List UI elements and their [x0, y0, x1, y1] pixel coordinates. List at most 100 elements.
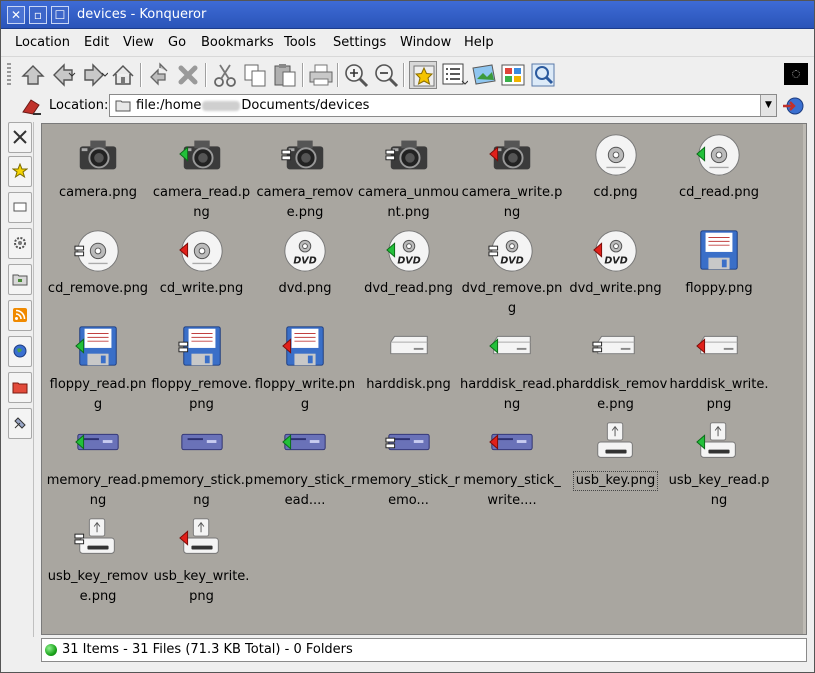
menu-view[interactable]: View — [123, 35, 154, 50]
file-item[interactable]: camera_unmount.png — [357, 130, 461, 223]
file-item[interactable]: harddisk_remove.png — [564, 322, 668, 415]
file-item[interactable]: usb_key_write.png — [150, 514, 254, 607]
sidebar-tab-home[interactable] — [8, 372, 32, 403]
sidebar-tab-folder[interactable] — [8, 264, 32, 295]
location-input[interactable]: file:/home Documents/devices ▼ — [109, 94, 777, 117]
file-item[interactable]: camera_read.png — [150, 130, 254, 223]
menu-bookmarks[interactable]: Bookmarks — [201, 35, 274, 50]
dvd-icon: DVD — [592, 230, 637, 272]
file-item[interactable]: cd_remove.png — [46, 226, 150, 299]
harddisk-icon — [696, 335, 738, 355]
list-view-icon[interactable] — [440, 61, 469, 89]
file-item[interactable]: cd_read.png — [667, 130, 771, 203]
location-dropdown-button[interactable]: ▼ — [760, 95, 776, 116]
file-item[interactable]: harddisk_write.png — [667, 322, 771, 415]
home-icon[interactable] — [109, 61, 137, 89]
image-view-icon[interactable] — [470, 61, 498, 89]
file-item[interactable]: camera_remove.png — [253, 130, 357, 223]
close-button[interactable]: ✕ — [7, 6, 25, 24]
file-item[interactable]: floppy_write.png — [253, 322, 357, 415]
bookmark-star-icon[interactable] — [409, 61, 437, 89]
memory-icon — [489, 433, 533, 451]
dvd-icon: DVD — [284, 230, 326, 272]
up-arrow-icon[interactable] — [19, 61, 47, 89]
location-label: Location: — [49, 98, 109, 113]
file-label: camera.png — [59, 185, 137, 200]
menu-go[interactable]: Go — [168, 35, 186, 50]
file-item[interactable]: DVD dvd.png — [253, 226, 357, 299]
menu-settings[interactable]: Settings — [333, 35, 386, 50]
title-bar[interactable]: ✕ ▫ ☐ devices - Konqueror — [1, 1, 814, 29]
toolbar-grip[interactable] — [7, 63, 11, 87]
file-item[interactable]: DVD dvd_remove.png — [460, 226, 564, 319]
harddisk-icon — [489, 335, 531, 355]
folder-icon — [115, 99, 131, 112]
folder-icon — [12, 274, 28, 286]
menu-location[interactable]: Location — [15, 35, 70, 50]
file-item[interactable]: DVD dvd_write.png — [564, 226, 668, 299]
redacted-username — [202, 100, 241, 111]
feed-icon — [13, 308, 27, 322]
preview-icon[interactable] — [529, 61, 557, 89]
sidebar-tab-feeds[interactable] — [8, 300, 32, 331]
file-item[interactable]: usb_key.png — [564, 418, 668, 491]
sidebar-tab-tools[interactable] — [8, 122, 32, 153]
activity-throbber-icon — [784, 63, 808, 85]
print-icon[interactable] — [307, 61, 335, 89]
file-label: dvd_remove.png — [461, 281, 563, 316]
zoom-in-icon[interactable] — [342, 61, 370, 89]
file-label: floppy_write.png — [254, 377, 356, 412]
location-url: file:/home Documents/devices — [136, 98, 369, 113]
file-item[interactable]: harddisk.png — [357, 322, 461, 395]
sidebar-tab-services[interactable] — [8, 408, 32, 439]
file-item[interactable]: memory_read.png — [46, 418, 150, 511]
menu-tools[interactable]: Tools — [284, 35, 316, 50]
sidebar-tab-bookmarks[interactable] — [8, 156, 32, 187]
file-item[interactable]: DVD dvd_read.png — [357, 226, 461, 299]
file-item[interactable]: usb_key_read.png — [667, 418, 771, 511]
copy-icon[interactable] — [241, 61, 269, 89]
cut-icon[interactable] — [211, 61, 239, 89]
floppy-icon — [177, 326, 221, 366]
sidebar-tab-settings[interactable] — [8, 228, 32, 259]
reload-icon[interactable] — [145, 61, 173, 89]
sidebar-tab-network[interactable] — [8, 336, 32, 367]
file-label: cd.png — [593, 185, 638, 200]
file-item[interactable]: harddisk_read.png — [460, 322, 564, 415]
paste-icon[interactable] — [271, 61, 299, 89]
menu-edit[interactable]: Edit — [84, 35, 109, 50]
back-arrow-icon[interactable] — [49, 61, 77, 89]
zoom-out-icon[interactable] — [372, 61, 400, 89]
file-label: usb_key.png — [572, 471, 659, 491]
file-item[interactable]: camera_write.png — [460, 130, 564, 223]
file-label: camera_remove.png — [256, 185, 354, 220]
file-item[interactable]: floppy.png — [667, 226, 771, 299]
file-item[interactable]: floppy_remove.png — [150, 322, 254, 415]
file-icon-view[interactable]: camera.png camera_read.png camera_remove.p… — [41, 123, 807, 635]
file-item[interactable]: memory_stick_remo... — [357, 418, 461, 511]
file-item[interactable]: floppy_read.png — [46, 322, 150, 415]
sidebar-tab-devices[interactable] — [8, 192, 32, 223]
memory-icon — [75, 433, 119, 451]
file-item[interactable]: memory_stick_write.... — [460, 418, 564, 511]
menu-help[interactable]: Help — [464, 35, 494, 50]
file-label: camera_write.png — [461, 185, 563, 220]
clear-location-icon[interactable] — [21, 96, 43, 116]
dvd-icon: DVD — [488, 230, 533, 272]
scrollbar[interactable] — [803, 124, 806, 634]
file-item[interactable]: cd_write.png — [150, 226, 254, 299]
go-icon[interactable] — [781, 95, 805, 117]
file-item[interactable]: cd.png — [564, 130, 668, 203]
minimize-button[interactable]: ▫ — [29, 6, 47, 24]
file-item[interactable]: memory_stick.png — [150, 418, 254, 511]
maximize-button[interactable]: ☐ — [51, 6, 69, 24]
file-item[interactable]: memory_stick_read.... — [253, 418, 357, 511]
home-folder-icon — [12, 382, 28, 394]
memory-icon — [384, 433, 430, 451]
file-item[interactable]: usb_key_remove.png — [46, 514, 150, 607]
icon-view-icon[interactable] — [499, 61, 527, 89]
forward-arrow-icon[interactable] — [80, 61, 109, 89]
stop-icon[interactable] — [174, 61, 202, 89]
menu-window[interactable]: Window — [400, 35, 451, 50]
file-item[interactable]: camera.png — [46, 130, 150, 203]
